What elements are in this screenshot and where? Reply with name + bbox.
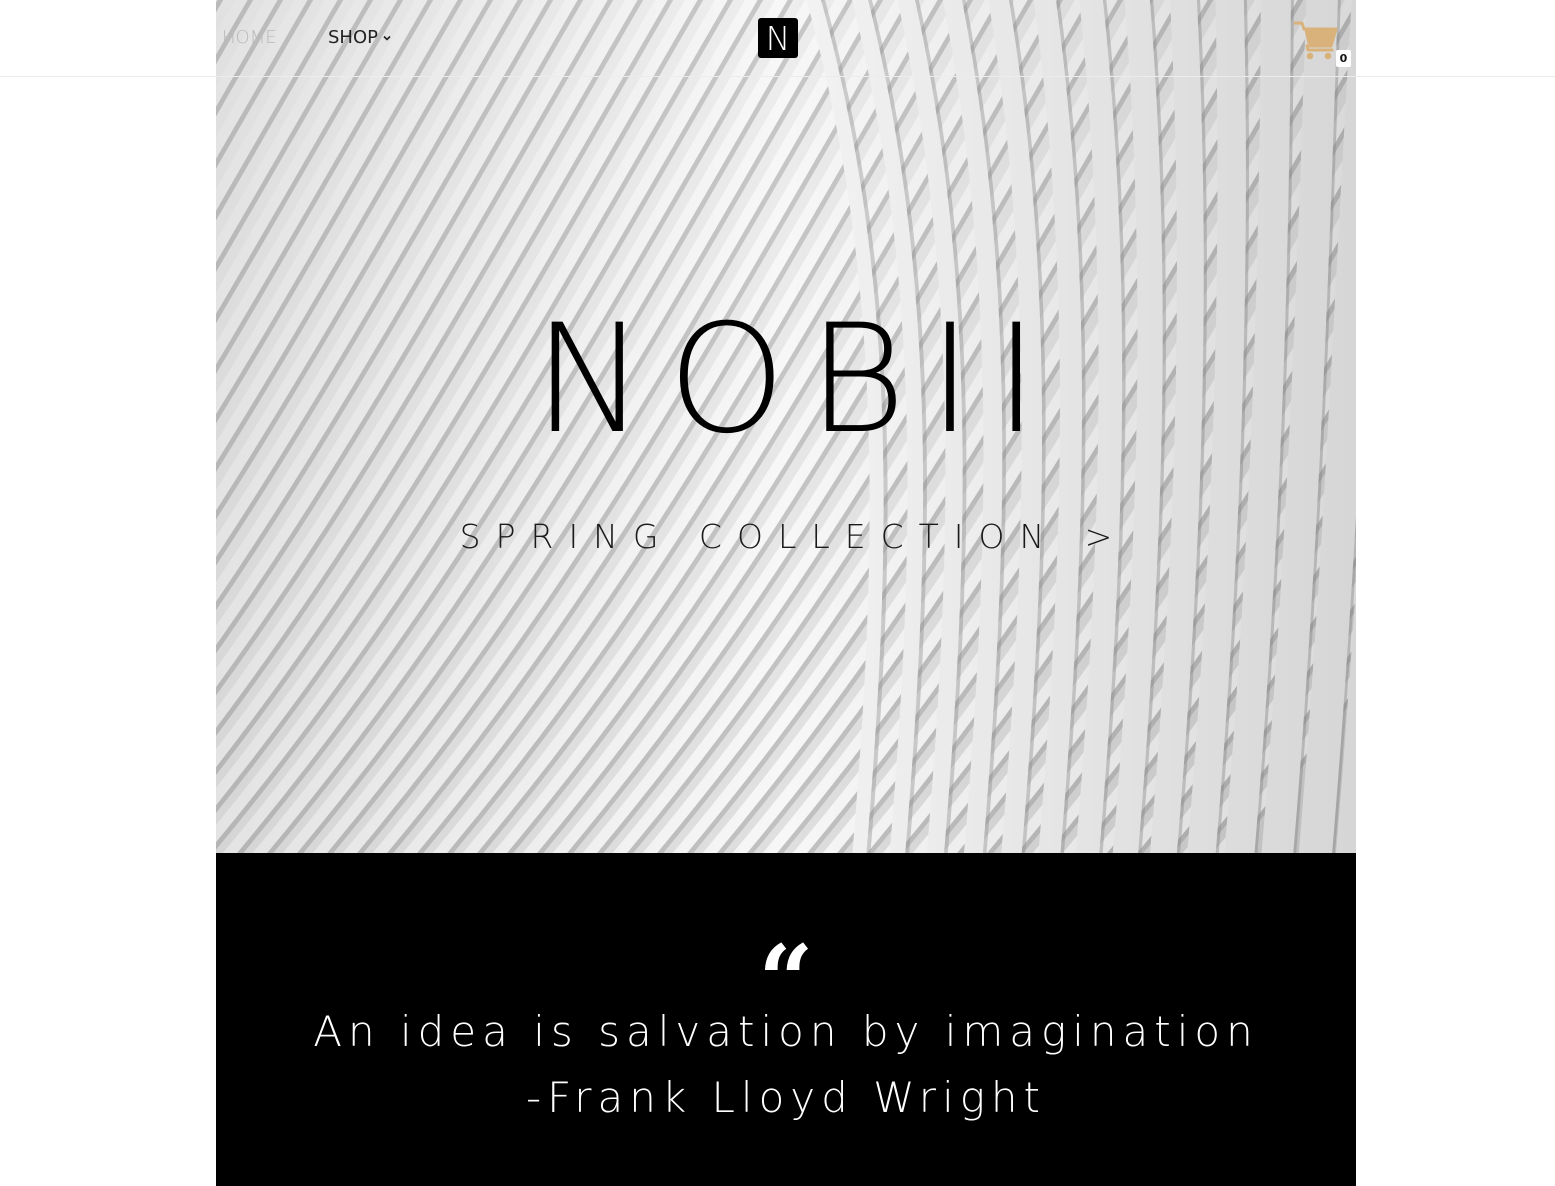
chevron-down-icon	[383, 35, 391, 41]
nav-shop-menu[interactable]: SHOP	[328, 27, 392, 48]
page: HOME SHOP N 0 NOBII SPRING COLLECTION > …	[0, 0, 1555, 1186]
site-logo[interactable]: N	[758, 18, 798, 58]
quote-text: An idea is salvation by imagination	[313, 1007, 1259, 1056]
logo-letter: N	[765, 18, 791, 58]
cart-count-badge: 0	[1336, 50, 1351, 67]
nav-shop-label: SHOP	[328, 27, 378, 48]
nav-home-link[interactable]: HOME	[222, 27, 277, 48]
quote-author: -Frank Lloyd Wright	[525, 1073, 1047, 1122]
cart-icon	[1294, 21, 1338, 60]
site-header: HOME SHOP N 0	[0, 0, 1555, 77]
quote-section: “ An idea is salvation by imagination -F…	[216, 853, 1356, 1186]
spring-collection-link[interactable]: SPRING COLLECTION >	[216, 520, 1356, 553]
hero-title: NOBII	[533, 293, 1061, 467]
quote-mark-icon: “	[758, 924, 814, 1037]
